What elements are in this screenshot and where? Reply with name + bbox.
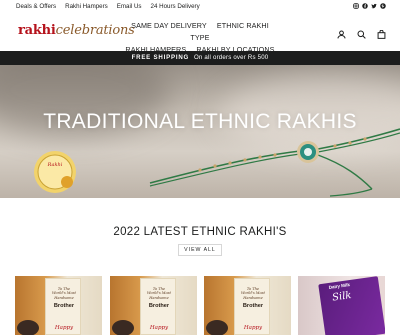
card-text-lines: To The World's Most Handsome xyxy=(241,287,265,300)
product-accent xyxy=(206,320,228,335)
chocolate-bar: Dairy Milk Silk xyxy=(318,276,385,335)
product-card[interactable]: To The World's Most Handsome Brother Happy xyxy=(110,276,197,335)
social-links xyxy=(353,3,386,9)
hero-title: TRADITIONAL ETHNIC RAKHIS xyxy=(43,110,357,133)
card-text-lines: To The World's Most Handsome xyxy=(52,287,76,300)
product-card-paper: To The World's Most Handsome Brother Happy xyxy=(45,278,81,335)
card-footer: Happy xyxy=(243,325,263,331)
user-icon[interactable] xyxy=(337,26,346,39)
instagram-icon[interactable] xyxy=(353,3,359,9)
pinterest-icon[interactable] xyxy=(380,3,386,9)
announcement-bold: FREE SHIPPING xyxy=(131,54,190,61)
product-card-paper: To The World's Most Handsome Brother Happy xyxy=(234,278,270,335)
twitter-icon[interactable] xyxy=(371,3,377,9)
card-name: Brother xyxy=(242,303,264,309)
site-header: rakhicelebrations SAME DAY DELIVERY ETHN… xyxy=(0,14,400,54)
section-title: 2022 LATEST ETHNIC RAKHI'S xyxy=(113,226,287,238)
nav-same-day-delivery[interactable]: SAME DAY DELIVERY xyxy=(131,20,207,32)
deals-offers-link[interactable]: Deals & Offers xyxy=(16,3,56,10)
product-card[interactable]: To The World's Most Handsome Brother Happy xyxy=(15,276,102,335)
card-footer: Happy xyxy=(149,325,169,331)
svg-text:Rakhi: Rakhi xyxy=(47,162,63,168)
product-card[interactable]: Dairy Milk Silk xyxy=(298,276,385,335)
product-grid: To The World's Most Handsome Brother Happy… xyxy=(15,276,385,335)
view-all-button[interactable]: VIEW ALL xyxy=(178,244,222,256)
nav-ethnic-rakhi[interactable]: ETHNIC RAKHI xyxy=(217,20,269,32)
utility-bar: Deals & Offers Rakhi Hampers Email Us 24… xyxy=(0,0,400,14)
nav-type[interactable]: TYPE xyxy=(190,32,209,44)
email-us-link[interactable]: Email Us xyxy=(117,3,142,10)
announcement-text: On all orders over Rs 500 xyxy=(193,54,269,61)
hero-banner[interactable]: Rakhi TRADITIONAL ETHNIC RAKHIS xyxy=(0,65,400,198)
search-icon[interactable] xyxy=(357,26,366,39)
product-card-paper: To The World's Most Handsome Brother Happy xyxy=(140,278,176,335)
product-accent xyxy=(112,320,134,335)
card-name: Brother xyxy=(53,303,75,309)
utility-links: Deals & Offers Rakhi Hampers Email Us 24… xyxy=(16,3,200,10)
rakhi-hampers-link[interactable]: Rakhi Hampers xyxy=(65,3,108,10)
product-accent xyxy=(17,320,39,335)
chocolate-name: Silk xyxy=(331,290,353,304)
card-text-lines: To The World's Most Handsome xyxy=(147,287,171,300)
card-footer: Happy xyxy=(54,325,74,331)
header-icons xyxy=(337,26,386,39)
facebook-icon[interactable] xyxy=(362,3,368,9)
cart-icon[interactable] xyxy=(377,26,386,39)
announcement-bar: FREE SHIPPING On all orders over Rs 500 xyxy=(0,51,400,65)
chocolate-brand: Dairy Milk xyxy=(328,282,351,290)
product-card[interactable]: To The World's Most Handsome Brother Happy xyxy=(204,276,291,335)
logo-prefix: rakhi xyxy=(18,23,56,38)
card-name: Brother xyxy=(148,303,170,309)
24-hours-delivery-link[interactable]: 24 Hours Delivery xyxy=(151,3,200,10)
